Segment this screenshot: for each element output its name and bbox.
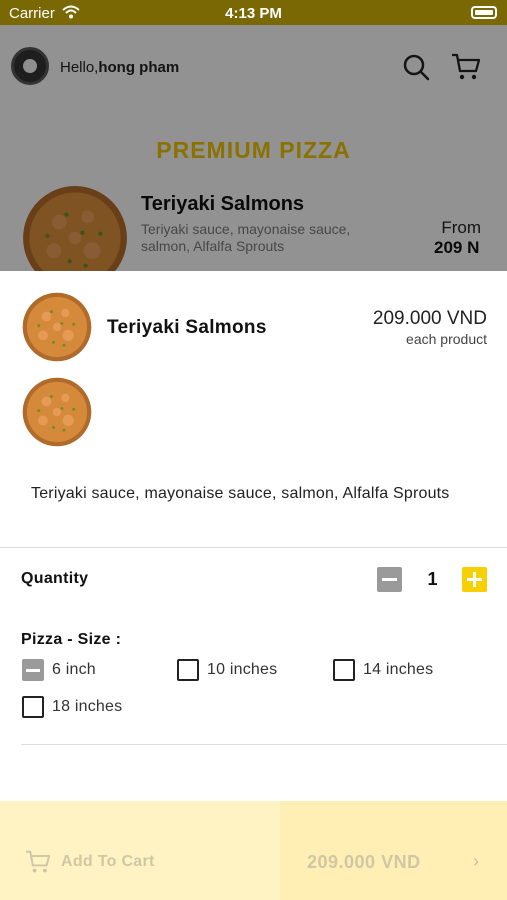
checkbox-icon[interactable] [333, 659, 355, 681]
plus-icon[interactable] [462, 567, 487, 592]
chevron-right-icon: › [473, 851, 479, 871]
add-to-cart-label: Add To Cart [61, 853, 155, 870]
product-sheet: Teriyaki Salmons 209.000 VND each produc… [0, 271, 507, 900]
product-description: Teriyaki sauce, mayonaise sauce, salmon,… [31, 485, 450, 502]
pizza-thumbnail[interactable] [22, 377, 92, 447]
size-option-label: 14 inches [363, 661, 434, 678]
price-note: each product [406, 331, 487, 347]
checkbox-icon[interactable] [177, 659, 199, 681]
bottom-bar: Add To Cart 209.000 VND › [0, 801, 507, 900]
quantity-value: 1 [427, 569, 438, 589]
size-label: Pizza - Size : [21, 631, 122, 648]
checkout-total-button[interactable]: 209.000 VND › [280, 801, 507, 900]
add-to-cart-button[interactable]: Add To Cart [0, 801, 280, 900]
checkbox-icon[interactable] [22, 659, 44, 681]
minus-icon[interactable] [377, 567, 402, 592]
total-price: 209.000 VND [307, 852, 421, 872]
product-price: 209.000 VND [372, 308, 487, 329]
size-option-label: 18 inches [52, 698, 123, 715]
modal-overlay[interactable] [0, 25, 507, 271]
quantity-label: Quantity [21, 570, 89, 587]
checkbox-icon[interactable] [22, 696, 44, 718]
size-option-label: 6 inch [52, 661, 96, 678]
status-bar: Carrier 4:13 PM [0, 0, 507, 25]
pizza-image [22, 292, 92, 362]
cart-icon [26, 850, 51, 873]
product-name: Teriyaki Salmons [107, 317, 267, 338]
clock: 4:13 PM [225, 5, 282, 22]
battery-icon [471, 6, 497, 19]
divider [0, 547, 507, 548]
size-option-label: 10 inches [207, 661, 278, 678]
divider [21, 744, 507, 745]
